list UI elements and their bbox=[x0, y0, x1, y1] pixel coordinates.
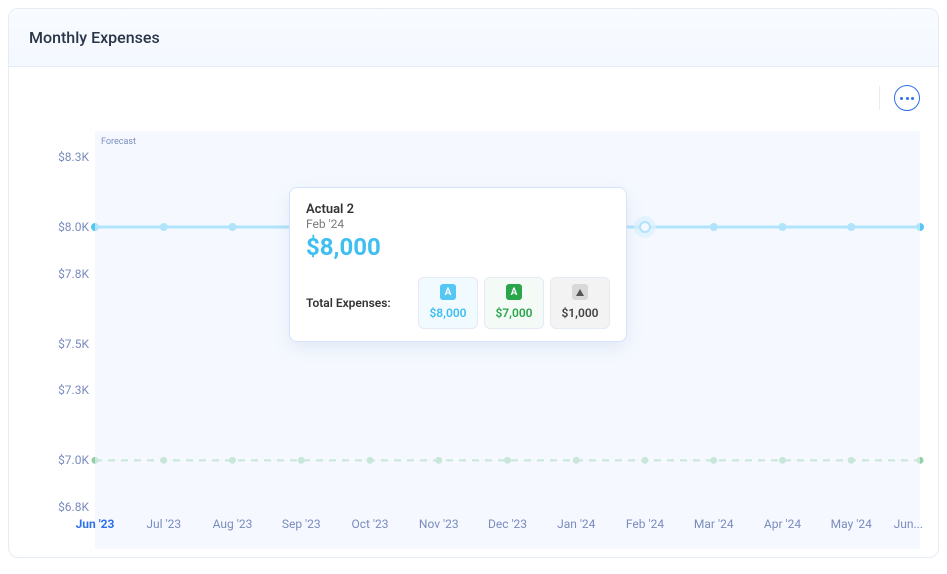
delta-value: $1,000 bbox=[561, 306, 598, 320]
y-tick: $7.8K bbox=[39, 267, 89, 281]
x-tick[interactable]: May '24 bbox=[831, 517, 872, 531]
tooltip-actual1-box: A $8,000 bbox=[418, 277, 478, 329]
x-tick[interactable]: Sep '23 bbox=[282, 517, 321, 531]
card-title: Monthly Expenses bbox=[29, 28, 160, 47]
x-tick[interactable]: Jul '23 bbox=[146, 517, 181, 531]
divider bbox=[879, 86, 880, 110]
x-tick[interactable]: Aug '23 bbox=[213, 517, 253, 531]
actual2-value: $7,000 bbox=[495, 306, 532, 320]
x-axis: Jun '23Jul '23Aug '23Sep '23Oct '23Nov '… bbox=[95, 517, 920, 547]
actual1-value: $8,000 bbox=[429, 306, 466, 320]
x-tick[interactable]: Mar '24 bbox=[694, 517, 734, 531]
tooltip: Actual 2 Feb '24 $8,000 Total Expenses: … bbox=[289, 187, 627, 342]
y-tick: $6.8K bbox=[39, 500, 89, 514]
tooltip-category: Feb '24 bbox=[306, 217, 610, 231]
y-tick: $8.0K bbox=[39, 220, 89, 234]
y-tick: $7.3K bbox=[39, 383, 89, 397]
x-tick[interactable]: Jan '24 bbox=[557, 517, 595, 531]
actual2-badge: A bbox=[506, 284, 522, 300]
y-tick: $7.0K bbox=[39, 453, 89, 467]
more-button[interactable] bbox=[894, 85, 920, 111]
x-tick[interactable]: Apr '24 bbox=[764, 517, 801, 531]
triangle-up-icon bbox=[576, 289, 584, 296]
card-header: Monthly Expenses bbox=[9, 9, 938, 67]
x-tick[interactable]: Feb '24 bbox=[626, 517, 664, 531]
x-tick[interactable]: Nov '23 bbox=[419, 517, 459, 531]
x-tick[interactable]: Jun '23 bbox=[76, 517, 115, 531]
delta-badge-icon bbox=[572, 284, 588, 300]
chart-menu bbox=[879, 85, 920, 111]
tooltip-series-name: Actual 2 bbox=[306, 202, 610, 217]
actual1-badge: A bbox=[440, 284, 456, 300]
tooltip-actual2-box: A $7,000 bbox=[484, 277, 544, 329]
card: Monthly Expenses $8.3K $8.0K $7.8K $7.5K $7.… bbox=[8, 8, 939, 558]
x-tick[interactable]: Dec '23 bbox=[488, 517, 527, 531]
tooltip-headline-value: $8,000 bbox=[306, 233, 610, 261]
tooltip-delta-box: $1,000 bbox=[550, 277, 610, 329]
y-tick: $8.3K bbox=[39, 150, 89, 164]
tooltip-row: Total Expenses: A $8,000 A $7,000 $1,000 bbox=[306, 277, 610, 329]
forecast-label: Forecast bbox=[101, 137, 136, 147]
card-body: $8.3K $8.0K $7.8K $7.5K $7.3K $7.0K $6.8K Fore… bbox=[9, 67, 938, 557]
tooltip-row-label: Total Expenses: bbox=[306, 296, 412, 310]
y-axis: $8.3K$8.0K$7.8K$7.5K$7.3K$7.0K$6.8K bbox=[39, 157, 95, 507]
x-tick[interactable]: Jun... bbox=[894, 517, 923, 531]
more-icon bbox=[900, 97, 914, 100]
x-tick[interactable]: Oct '23 bbox=[351, 517, 388, 531]
y-tick: $7.5K bbox=[39, 337, 89, 351]
